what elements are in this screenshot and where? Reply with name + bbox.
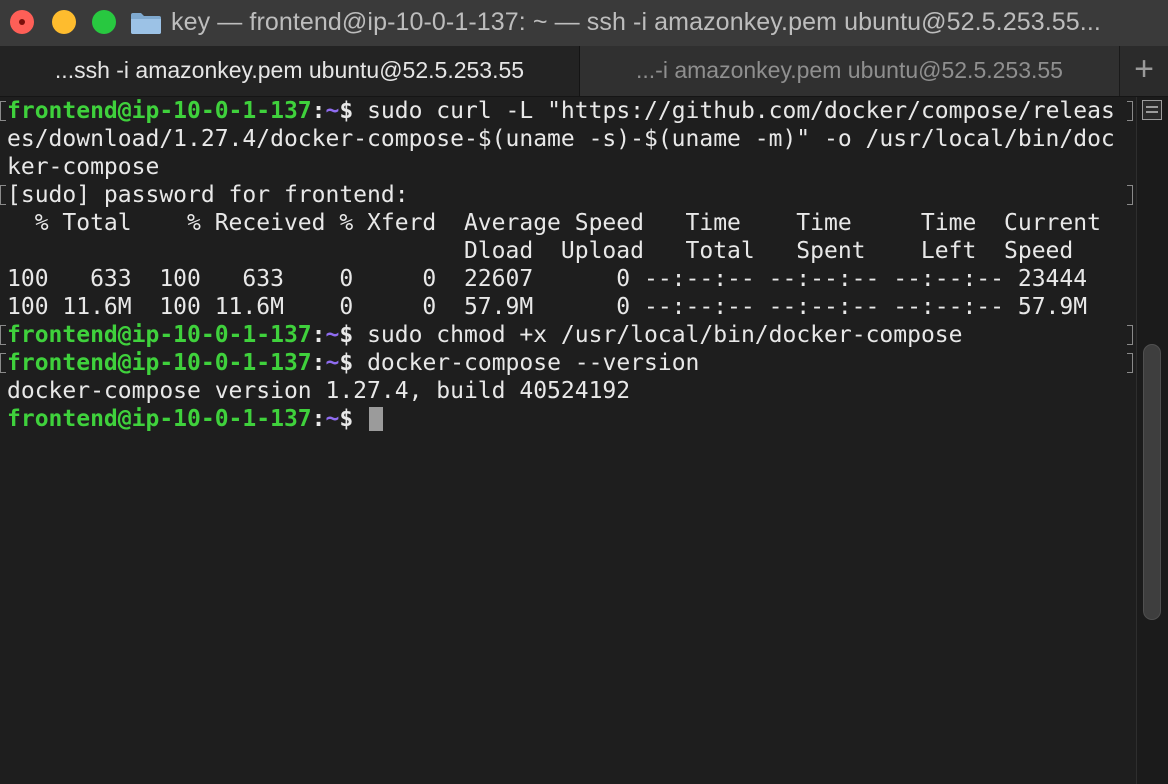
prompt-symbol: $ <box>339 350 354 376</box>
prompt-user-host: frontend@ip-10-0-1-137 <box>7 322 312 348</box>
prompt-separator: : <box>311 350 326 376</box>
prompt-user-host: frontend@ip-10-0-1-137 <box>7 350 312 376</box>
tab-bar: ...ssh -i amazonkey.pem ubuntu@52.5.253.… <box>0 46 1168 97</box>
command-continuation: es/download/1.27.4/docker-compose-$(unam… <box>7 126 1115 152</box>
tab-ssh-active[interactable]: ...ssh -i amazonkey.pem ubuntu@52.5.253.… <box>0 46 580 96</box>
command-line: frontend@ip-10-0-1-137:~$ docker-compose… <box>7 349 699 377</box>
curl-header-line: % Total % Received % Xferd Average Speed… <box>7 210 1101 236</box>
new-tab-button[interactable]: + <box>1120 46 1168 96</box>
current-prompt-line[interactable]: frontend@ip-10-0-1-137:~$ <box>7 405 384 433</box>
curl-progress-line: 100 11.6M 100 11.6M 0 0 57.9M 0 --:--:--… <box>7 294 1088 320</box>
prompt-user-host: frontend@ip-10-0-1-137 <box>7 406 312 432</box>
tab-ssh-inactive[interactable]: ...-i amazonkey.pem ubuntu@52.5.253.55 <box>580 46 1120 96</box>
prompt-path: ~ <box>325 406 340 432</box>
command-line: frontend@ip-10-0-1-137:~$ sudo curl -L "… <box>7 97 1115 125</box>
mark-right <box>1127 325 1133 345</box>
command-text: sudo chmod +x /usr/local/bin/docker-comp… <box>353 322 963 348</box>
prompt-separator: : <box>311 98 326 124</box>
window-title: key — frontend@ip-10-0-1-137: ~ — ssh -i… <box>171 8 1101 36</box>
prompt-symbol: $ <box>339 322 354 348</box>
sudo-prompt-line: [sudo] password for frontend: <box>7 182 409 208</box>
mark-right <box>1127 101 1133 121</box>
command-line: frontend@ip-10-0-1-137:~$ sudo chmod +x … <box>7 321 963 349</box>
marks-toggle-icon[interactable] <box>1142 100 1162 120</box>
prompt-path: ~ <box>325 322 340 348</box>
close-dot-icon <box>19 19 25 25</box>
command-text: sudo curl -L "https://github.com/docker/… <box>353 98 1115 124</box>
mark-right <box>1127 185 1133 205</box>
prompt-path: ~ <box>325 98 340 124</box>
command-text: docker-compose --version <box>353 350 700 376</box>
mark-left <box>0 353 6 373</box>
zoom-button[interactable] <box>92 10 116 34</box>
text-cursor <box>369 407 384 431</box>
scrollbar-thumb[interactable] <box>1143 344 1161 620</box>
minimize-button[interactable] <box>52 10 76 34</box>
mark-left <box>0 101 6 121</box>
mark-left <box>0 185 6 205</box>
mark-right <box>1127 353 1133 373</box>
terminal-output[interactable]: frontend@ip-10-0-1-137:~$ sudo curl -L "… <box>0 97 1136 784</box>
version-output-line: docker-compose version 1.27.4, build 405… <box>7 378 631 404</box>
close-button[interactable] <box>10 10 34 34</box>
title-bar[interactable]: key — frontend@ip-10-0-1-137: ~ — ssh -i… <box>0 0 1168 47</box>
folder-icon <box>131 13 161 34</box>
curl-header-line: Dload Upload Total Spent Left Speed <box>7 238 1074 264</box>
prompt-symbol: $ <box>339 98 354 124</box>
prompt-separator: : <box>311 406 326 432</box>
prompt-separator: : <box>311 322 326 348</box>
curl-progress-line: 100 633 100 633 0 0 22607 0 --:--:-- --:… <box>7 266 1088 292</box>
prompt-path: ~ <box>325 350 340 376</box>
mark-left <box>0 325 6 345</box>
command-continuation: ker-compose <box>7 154 160 180</box>
prompt-user-host: frontend@ip-10-0-1-137 <box>7 98 312 124</box>
terminal-window: key — frontend@ip-10-0-1-137: ~ — ssh -i… <box>0 0 1168 784</box>
prompt-symbol: $ <box>339 406 354 432</box>
